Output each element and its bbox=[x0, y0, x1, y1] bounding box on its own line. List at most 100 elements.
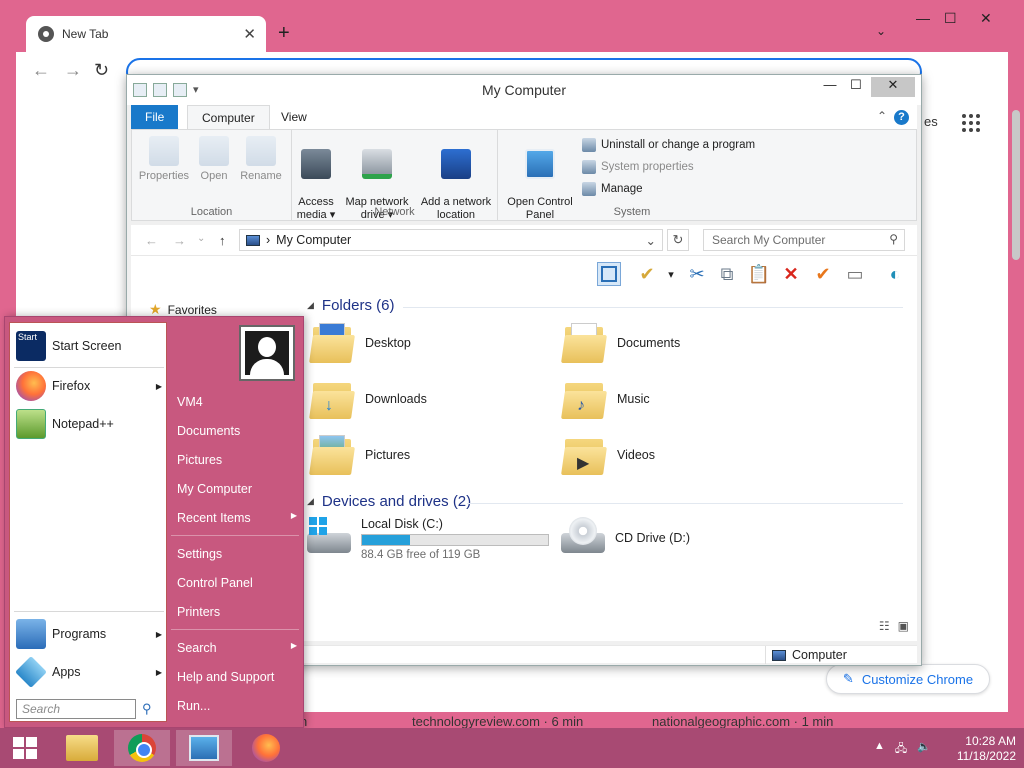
taskbar-firefox[interactable] bbox=[238, 730, 294, 766]
refresh-button[interactable]: ↻ bbox=[667, 229, 689, 251]
start-menu-item-firefox[interactable]: Firefox ▶ bbox=[16, 371, 162, 401]
close-tab-icon[interactable]: ✕ bbox=[243, 25, 256, 43]
start-button[interactable] bbox=[0, 730, 50, 766]
explorer-maximize-button[interactable]: ☐ bbox=[843, 77, 869, 97]
folder-pictures[interactable]: Pictures bbox=[309, 433, 410, 477]
chrome-minimize-button[interactable]: — bbox=[916, 10, 930, 26]
drive-local-disk-c[interactable]: Local Disk (C:) 88.4 GB free of 119 GB bbox=[305, 517, 549, 561]
search-icon[interactable]: ⚲ bbox=[142, 701, 152, 717]
news-card-nationalgeographic[interactable]: nationalgeographic.com · 1 min bbox=[652, 714, 833, 728]
explorer-back-button[interactable]: ← bbox=[145, 233, 158, 248]
globe-icon[interactable]: ◐ bbox=[883, 262, 907, 286]
taskbar-my-computer[interactable] bbox=[176, 730, 232, 766]
start-menu-search[interactable]: Search ▶ bbox=[177, 641, 297, 655]
back-button[interactable]: ← bbox=[32, 60, 50, 81]
system-properties-button[interactable]: System properties bbox=[582, 160, 694, 174]
start-menu-pictures[interactable]: Pictures bbox=[177, 453, 297, 467]
google-apps-icon[interactable] bbox=[962, 114, 980, 132]
properties-button[interactable]: Properties bbox=[136, 136, 192, 183]
rename-toolbar-icon[interactable]: ▭ bbox=[843, 262, 867, 286]
drives-group-header[interactable]: ◢ Devices and drives (2) bbox=[307, 493, 471, 510]
forward-button[interactable]: → bbox=[64, 60, 82, 81]
help-icon[interactable]: ? bbox=[894, 110, 909, 125]
explorer-close-button[interactable]: ✕ bbox=[871, 77, 915, 97]
folder-check-icon: ✔ bbox=[639, 263, 655, 284]
start-menu-my-computer[interactable]: My Computer bbox=[177, 482, 297, 496]
chrome-maximize-button[interactable]: ☐ bbox=[944, 10, 957, 27]
view-options-dropdown-icon[interactable]: ▾ bbox=[659, 262, 683, 286]
tab-search-icon[interactable]: ⌄ bbox=[876, 24, 886, 38]
start-menu: Start Start Screen Firefox ▶ Notepad++ P… bbox=[4, 316, 304, 728]
folders-group-header[interactable]: ◢ Folders (6) bbox=[307, 297, 394, 314]
volume-icon[interactable]: 🔈 bbox=[917, 740, 931, 759]
taskbar-chrome[interactable] bbox=[114, 730, 170, 766]
start-menu-recent-items[interactable]: Recent Items ▶ bbox=[177, 511, 297, 525]
explorer-titlebar[interactable]: ▾ My Computer — ☐ ✕ bbox=[127, 75, 921, 105]
check-icon[interactable]: ✔ bbox=[811, 262, 835, 286]
manage-button[interactable]: Manage bbox=[582, 182, 643, 196]
folder-music[interactable]: ♪ Music bbox=[561, 377, 650, 421]
reload-button[interactable]: ↻ bbox=[94, 60, 109, 81]
search-input[interactable]: Search My Computer ⚲ bbox=[703, 229, 905, 251]
tab-view[interactable]: View bbox=[267, 105, 321, 129]
up-button[interactable]: ↑ bbox=[219, 233, 226, 248]
explorer-minimize-button[interactable]: — bbox=[817, 77, 843, 97]
folder-videos[interactable]: ▶ Videos bbox=[561, 433, 655, 477]
folder-desktop[interactable]: Desktop bbox=[309, 321, 411, 365]
open-button[interactable]: Open bbox=[194, 136, 234, 183]
properties-toolbar-button[interactable]: ✔ bbox=[635, 262, 659, 286]
taskbar-file-explorer[interactable] bbox=[54, 730, 110, 766]
drive-details: Local Disk (C:) 88.4 GB free of 119 GB bbox=[361, 517, 549, 561]
chrome-close-button[interactable]: ✕ bbox=[980, 10, 992, 27]
tab-computer[interactable]: Computer bbox=[187, 105, 270, 129]
news-card-technologyreview[interactable]: technologyreview.com · 6 min bbox=[412, 714, 583, 728]
start-menu-item-notepad[interactable]: Notepad++ bbox=[16, 409, 162, 439]
folder-documents[interactable]: Documents bbox=[561, 321, 680, 365]
collapse-ribbon-icon[interactable]: ⌃ bbox=[877, 109, 887, 123]
paste-icon[interactable]: 📋 bbox=[747, 262, 771, 286]
delete-icon[interactable]: ✕ bbox=[779, 262, 803, 286]
explorer-forward-button[interactable]: → bbox=[173, 233, 186, 248]
manage-icon bbox=[582, 182, 596, 196]
copy-icon[interactable]: ⧉ bbox=[715, 262, 739, 286]
tab-file[interactable]: File bbox=[131, 105, 179, 129]
start-menu-item-programs[interactable]: Programs ▶ bbox=[16, 619, 162, 649]
chrome-tab-new-tab[interactable]: New Tab ✕ bbox=[26, 16, 266, 52]
submenu-arrow-icon: ▶ bbox=[155, 629, 162, 639]
start-menu-item-start-screen[interactable]: Start Start Screen bbox=[16, 331, 162, 361]
show-hidden-icons-icon[interactable]: ▲ bbox=[874, 740, 885, 759]
start-menu-item-apps[interactable]: Apps ▶ bbox=[15, 656, 162, 688]
start-menu-user-folder[interactable]: VM4 bbox=[177, 395, 297, 409]
uninstall-program-button[interactable]: Uninstall or change a program bbox=[582, 138, 755, 152]
breadcrumb-my-computer[interactable]: My Computer bbox=[276, 233, 351, 247]
rename-button[interactable]: Rename bbox=[236, 136, 286, 183]
cut-icon[interactable]: ✂ bbox=[685, 262, 709, 286]
drive-cd-d[interactable]: CD Drive (D:) bbox=[559, 517, 690, 557]
system-properties-icon bbox=[582, 160, 596, 174]
new-tab-link-fragment[interactable]: es bbox=[924, 114, 938, 129]
start-menu-run[interactable]: Run... bbox=[177, 699, 297, 713]
recent-locations-button[interactable]: ⌄ bbox=[197, 233, 205, 244]
folder-downloads[interactable]: ↓ Downloads bbox=[309, 377, 427, 421]
start-menu-control-panel[interactable]: Control Panel bbox=[177, 576, 297, 590]
group-divider bbox=[403, 307, 903, 308]
customize-chrome-button[interactable]: ✎ Customize Chrome bbox=[826, 664, 990, 694]
page-scrollbar[interactable] bbox=[1012, 110, 1020, 260]
taskbar-clock[interactable]: 10:28 AM 11/18/2022 bbox=[946, 734, 1016, 764]
start-menu-printers[interactable]: Printers bbox=[177, 605, 297, 619]
network-icon[interactable]: 🖧 bbox=[895, 740, 907, 759]
system-tray: ▲ 🖧 🔈 bbox=[874, 740, 931, 759]
preview-pane-button[interactable] bbox=[597, 262, 621, 286]
start-menu-help-support[interactable]: Help and Support bbox=[177, 670, 297, 684]
start-menu-settings[interactable]: Settings bbox=[177, 547, 297, 561]
start-search-input[interactable]: Search bbox=[16, 699, 136, 719]
submenu-arrow-icon: ▶ bbox=[290, 511, 297, 520]
address-bar[interactable]: › My Computer ⌄ bbox=[239, 229, 663, 251]
start-menu-documents[interactable]: Documents bbox=[177, 424, 297, 438]
address-dropdown-icon[interactable]: ⌄ bbox=[646, 233, 656, 248]
user-avatar[interactable] bbox=[239, 325, 295, 381]
new-tab-button[interactable]: + bbox=[278, 22, 290, 45]
details-view-icon[interactable]: ☷ bbox=[879, 619, 890, 633]
tiles-view-icon[interactable]: ▣ bbox=[898, 619, 909, 633]
control-panel-icon bbox=[525, 149, 555, 179]
